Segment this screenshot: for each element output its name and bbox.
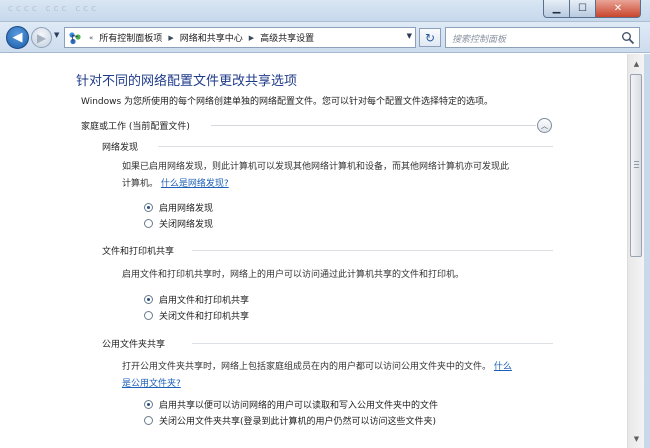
radio-indicator[interactable] [144,219,153,228]
radio-disable-network-discovery[interactable]: 关闭网络发现 [144,217,213,230]
close-button[interactable]: ✕ [595,0,641,18]
what-is-public-folder-link-part1[interactable]: 什么 [494,362,512,372]
back-button[interactable]: ◀ [6,26,29,49]
file-printer-sharing-text: 启用文件和打印机共享时，网络上的用户可以访问通过此计算机共享的文件和打印机。 [122,270,465,280]
search-icon[interactable] [621,31,635,45]
scroll-down-button[interactable]: ▼ [629,431,644,446]
what-is-network-discovery-link[interactable]: 什么是网络发现? [161,179,229,189]
maximize-button[interactable]: ☐ [569,0,596,18]
breadcrumb-advanced-sharing-settings[interactable]: 高级共享设置 [257,31,317,44]
section-heading-file-printer-sharing: 文件和打印机共享 [102,247,175,257]
radio-selected-indicator[interactable] [144,203,153,212]
scrollbar-grip [634,167,639,168]
network-discovery-text-line-1: 如果已启用网络发现，则此计算机可以发现其他网络计算机和设备，而其他网络计算机亦可… [122,162,510,172]
scroll-up-button[interactable]: ▲ [629,56,644,71]
breadcrumb-network-sharing-center[interactable]: 网络和共享中心 [177,31,246,44]
address-bar[interactable]: « 所有控制面板项 ▶ 网络和共享中心 ▶ 高级共享设置 ▼ [64,27,416,48]
radio-enable-network-discovery[interactable]: 启用网络发现 [144,201,213,214]
breadcrumb-overflow[interactable]: « [86,34,96,42]
breadcrumb-arrow-icon[interactable]: ▶ [246,34,257,42]
network-discovery-text-line-2: 计算机。 什么是网络发现? [122,176,229,193]
radio-selected-indicator[interactable] [144,295,153,304]
network-discovery-text-line-2-text: 计算机。 [122,179,159,189]
public-folder-sharing-text: 打开公用文件夹共享时，网络上包括家庭组成员在内的用户都可以访问公用文件夹中的文件… [122,362,492,372]
radio-label: 启用网络发现 [159,204,214,214]
refresh-button[interactable]: ↻ [419,28,441,47]
scrollbar-grip [634,161,639,162]
breadcrumb: « 所有控制面板项 ▶ 网络和共享中心 ▶ 高级共享设置 [86,28,317,47]
breadcrumb-all-control-panel-items[interactable]: 所有控制面板项 [96,31,165,44]
section-divider [158,146,553,147]
recent-pages-dropdown[interactable]: ▼ [54,31,59,39]
what-is-public-folder-link-part2[interactable]: 是公用文件夹? [122,379,181,389]
radio-selected-indicator[interactable] [144,400,153,409]
title-bar: ᴄᴄᴄᴄ ᴄᴄᴄ ᴄᴄᴄ ▁ ☐ ✕ [0,0,650,22]
group-divider [211,125,536,126]
radio-label: 关闭公用文件夹共享(登录到此计算机的用户仍然可以访问这些文件夹) [159,417,437,427]
radio-label: 关闭网络发现 [159,220,214,230]
radio-label: 启用文件和打印机共享 [159,296,250,306]
radio-enable-public-folder-sharing[interactable]: 启用共享以便可以访问网络的用户可以读取和写入公用文件夹中的文件 [144,398,438,411]
profile-group-title: 家庭或工作 (当前配置文件) [81,122,190,132]
forward-button[interactable]: ▶ [31,27,52,48]
page-description: Windows 为您所使用的每个网络创建单独的网络配置文件。您可以针对每个配置文… [81,97,494,107]
radio-enable-file-printer-sharing[interactable]: 启用文件和打印机共享 [144,293,249,306]
section-divider [192,343,553,344]
scrollbar-thumb[interactable] [630,74,642,257]
scrollbar-grip [634,164,639,165]
search-placeholder: 搜索控制面板 [452,35,507,45]
page-title: 针对不同的网络配置文件更改共享选项 [76,74,298,89]
title-ghost-text: ᴄᴄᴄᴄ ᴄᴄᴄ ᴄᴄᴄ [8,4,100,14]
breadcrumb-arrow-icon[interactable]: ▶ [165,34,176,42]
radio-indicator[interactable] [144,311,153,320]
section-divider [192,250,553,251]
control-panel-icon [69,32,81,45]
public-folder-sharing-text-line-1: 打开公用文件夹共享时，网络上包括家庭组成员在内的用户都可以访问公用文件夹中的文件… [122,359,512,376]
vertical-scrollbar[interactable]: ▲ ▼ [627,54,644,448]
content-pane [5,54,627,448]
window-frame-right [644,54,650,448]
radio-disable-public-folder-sharing[interactable]: 关闭公用文件夹共享(登录到此计算机的用户仍然可以访问这些文件夹) [144,414,436,427]
search-input[interactable]: 搜索控制面板 [445,27,640,48]
section-heading-network-discovery: 网络发现 [102,143,139,153]
radio-disable-file-printer-sharing[interactable]: 关闭文件和打印机共享 [144,309,249,322]
radio-indicator[interactable] [144,416,153,425]
collapse-button[interactable]: ︿ [537,118,552,133]
radio-label: 关闭文件和打印机共享 [159,312,250,322]
public-folder-sharing-text-line-2: 是公用文件夹? [122,376,181,393]
section-heading-public-folder-sharing: 公用文件夹共享 [102,340,166,350]
address-dropdown-icon[interactable]: ▼ [407,32,412,40]
navigation-bar: ◀ ▶ ▼ « 所有控制面板项 ▶ 网络和共享中心 ▶ 高级共享设置 ▼ ↻ 搜… [0,22,650,53]
minimize-button[interactable]: ▁ [543,0,570,18]
radio-label: 启用共享以便可以访问网络的用户可以读取和写入公用文件夹中的文件 [159,401,439,411]
